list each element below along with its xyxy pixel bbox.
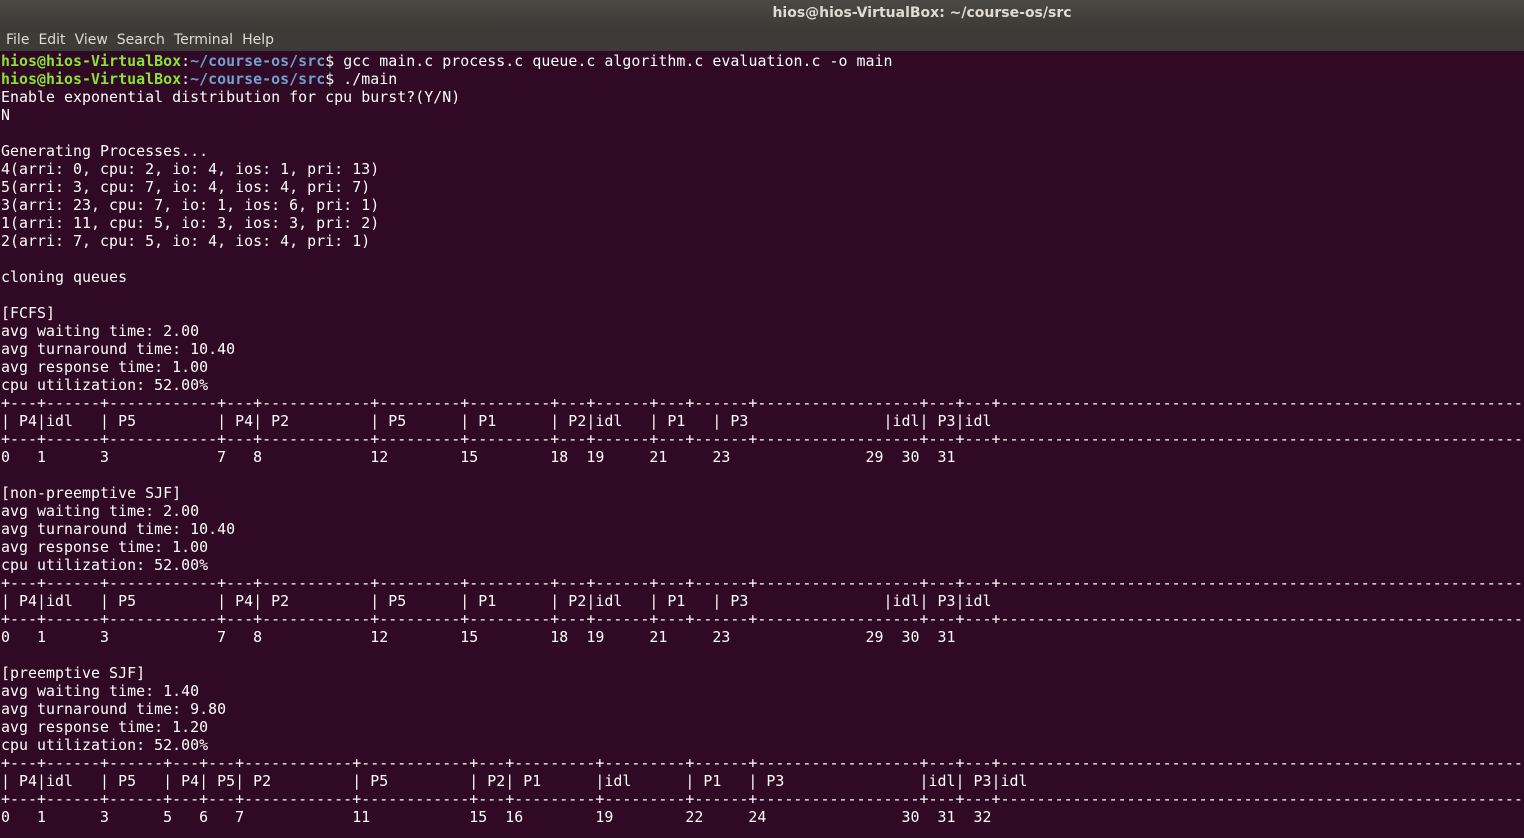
terminal-line: | P4|idl | P5 | P4| P2 | P5 | P1 | P2|id… — [1, 412, 992, 430]
terminal-line: [FCFS] — [1, 304, 56, 322]
terminal-line: cpu utilization: 52.00% — [1, 556, 209, 574]
terminal-line: cpu utilization: 52.00% — [1, 376, 209, 394]
prompt-command: gcc main.c process.c queue.c algorithm.c… — [343, 52, 893, 70]
menu-bar: File Edit View Search Terminal Help — [0, 27, 1524, 51]
terminal-line: | P4|idl | P5 | P4| P2 | P5 | P1 | P2|id… — [1, 592, 992, 610]
terminal-line: avg response time: 1.20 — [1, 718, 209, 736]
terminal-line: Enable exponential distribution for cpu … — [1, 88, 461, 106]
menu-terminal[interactable]: Terminal — [169, 27, 237, 49]
terminal-line: [preemptive SJF] — [1, 664, 146, 682]
terminal-line: avg waiting time: 2.00 — [1, 322, 200, 340]
terminal-line: +---+------+------+---+---+------------+… — [1, 790, 1524, 808]
menu-edit[interactable]: Edit — [33, 27, 69, 49]
terminal-line: 4(arri: 0, cpu: 2, io: 4, ios: 1, pri: 1… — [1, 160, 380, 178]
window-title: hios@hios-VirtualBox: ~/course-os/src — [772, 5, 1072, 21]
prompt-user: hios@hios-VirtualBox — [1, 52, 182, 70]
menu-search[interactable]: Search — [112, 27, 169, 49]
terminal-output[interactable]: hios@hios-VirtualBox:~/course-os/src$ gc… — [1, 52, 1524, 838]
prompt-path: ~/course-os/src — [190, 52, 326, 70]
prompt-symbol: $ — [325, 70, 344, 88]
terminal-line: avg response time: 1.00 — [1, 538, 209, 556]
terminal-line: 0 1 3 5 6 7 11 15 16 19 22 24 30 31 32 — [1, 808, 992, 826]
prompt-user: hios@hios-VirtualBox — [1, 70, 182, 88]
prompt-symbol: $ — [325, 52, 344, 70]
terminal-line: 0 1 3 7 8 12 15 18 19 21 23 29 30 31 — [1, 448, 956, 466]
terminal-line: +---+------+------------+---+-----------… — [1, 574, 1524, 592]
terminal-line: 2(arri: 7, cpu: 5, io: 4, ios: 4, pri: 1… — [1, 232, 371, 250]
prompt-separator: : — [181, 52, 191, 70]
terminal-line: 5(arri: 3, cpu: 7, io: 4, ios: 4, pri: 7… — [1, 178, 371, 196]
terminal-line: avg waiting time: 1.40 — [1, 682, 200, 700]
terminal-line: hios@hios-VirtualBox:~/course-os/src$ ./… — [1, 70, 1524, 88]
terminal-line: avg turnaround time: 10.40 — [1, 340, 236, 358]
terminal-line: 0 1 3 7 8 12 15 18 19 21 23 29 30 31 — [1, 628, 956, 646]
terminal-line: +---+------+------------+---+-----------… — [1, 610, 1524, 628]
terminal-line: cpu utilization: 52.00% — [1, 736, 209, 754]
terminal-line: | P4|idl | P5 | P4| P5| P2 | P5 | P2| P1… — [1, 772, 1028, 790]
terminal-line: N — [1, 106, 11, 124]
terminal-line: avg turnaround time: 9.80 — [1, 700, 227, 718]
terminal-window: hios@hios-VirtualBox: ~/course-os/src Fi… — [0, 0, 1524, 838]
terminal-line: 3(arri: 23, cpu: 7, io: 1, ios: 6, pri: … — [1, 196, 380, 214]
terminal-line: hios@hios-VirtualBox:~/course-os/src$ gc… — [1, 52, 1524, 70]
terminal-line: avg turnaround time: 10.40 — [1, 520, 236, 538]
menu-view[interactable]: View — [70, 27, 112, 49]
title-bar[interactable]: hios@hios-VirtualBox: ~/course-os/src — [0, 0, 1524, 27]
terminal-line: +---+------+------+---+---+------------+… — [1, 754, 1524, 772]
terminal-line: 1(arri: 11, cpu: 5, io: 3, ios: 3, pri: … — [1, 214, 380, 232]
prompt-separator: : — [181, 70, 191, 88]
terminal-line: [non-preemptive SJF] — [1, 484, 182, 502]
terminal-line: avg waiting time: 2.00 — [1, 502, 200, 520]
terminal-line: Generating Processes... — [1, 142, 209, 160]
terminal-line: +---+------+------------+---+-----------… — [1, 430, 1524, 448]
prompt-path: ~/course-os/src — [190, 70, 326, 88]
terminal-line: cloning queues — [1, 268, 128, 286]
menu-file[interactable]: File — [0, 27, 33, 49]
terminal-line: avg response time: 1.00 — [1, 358, 209, 376]
menu-help[interactable]: Help — [237, 27, 278, 49]
prompt-command: ./main — [343, 70, 398, 88]
terminal-line: +---+------+------------+---+-----------… — [1, 394, 1524, 412]
